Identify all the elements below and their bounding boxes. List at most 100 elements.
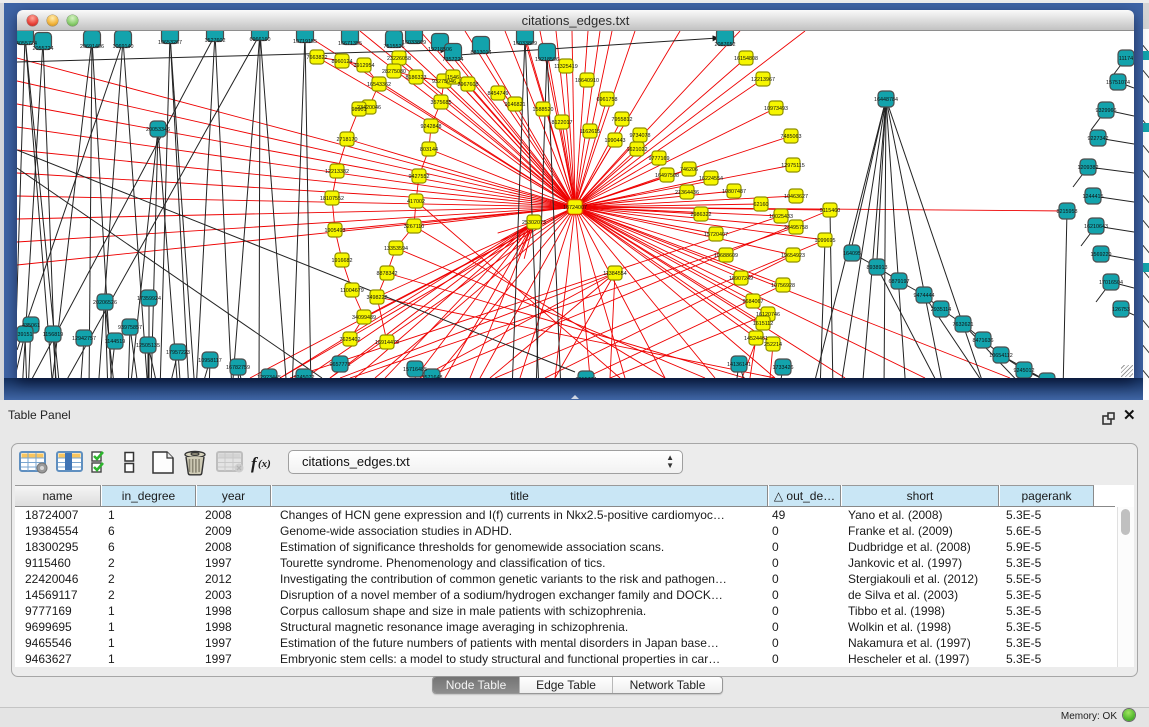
svg-text:1099695: 1099695 [815, 238, 836, 244]
svg-text:7955812: 7955812 [612, 117, 633, 123]
svg-text:1144519: 1144519 [105, 339, 126, 345]
svg-text:10807487: 10807487 [722, 189, 746, 195]
svg-text:9146821: 9146821 [505, 102, 526, 108]
svg-text:164095: 164095 [843, 251, 861, 257]
svg-text:16543362: 16543362 [367, 82, 391, 88]
svg-text:39151: 39151 [18, 332, 33, 338]
svg-text:16497508: 16497508 [655, 173, 679, 179]
svg-text:18107552: 18107552 [320, 196, 344, 202]
svg-text:10688609: 10688609 [714, 253, 738, 259]
svg-text:8122017: 8122017 [552, 120, 573, 126]
svg-text:9474444: 9474444 [914, 293, 935, 299]
svg-text:8960124: 8960124 [332, 59, 353, 65]
svg-text:25302073: 25302073 [522, 220, 546, 226]
svg-text:16914479: 16914479 [375, 340, 399, 346]
svg-text:15716485: 15716485 [403, 367, 427, 373]
svg-text:16782759: 16782759 [226, 365, 250, 371]
svg-text:34099489: 34099489 [352, 315, 376, 321]
svg-text:11004679: 11004679 [340, 288, 364, 294]
svg-text:126753: 126753 [1112, 307, 1130, 313]
svg-text:12213967: 12213967 [751, 77, 775, 83]
svg-text:62160: 62160 [754, 202, 769, 208]
svg-text:1569229: 1569229 [1091, 252, 1112, 258]
svg-text:417002: 417002 [407, 199, 425, 205]
svg-text:16154808: 16154808 [734, 56, 758, 62]
svg-text:3267110: 3267110 [404, 224, 425, 230]
svg-text:1733426: 1733426 [773, 365, 794, 371]
svg-text:2967608: 2967608 [458, 82, 479, 88]
svg-text:9115460: 9115460 [820, 208, 841, 214]
svg-text:8215958: 8215958 [1057, 209, 1078, 215]
svg-text:17016504: 17016504 [1099, 280, 1123, 286]
svg-text:12213382: 12213382 [325, 169, 349, 175]
svg-text:9242848: 9242848 [421, 124, 442, 130]
svg-text:1162615: 1162615 [580, 129, 601, 135]
svg-text:1527602: 1527602 [205, 38, 226, 44]
svg-text:11325419: 11325419 [554, 64, 578, 70]
svg-text:21364436: 21364436 [675, 190, 699, 196]
svg-text:12975115: 12975115 [781, 163, 805, 169]
svg-text:252214: 252214 [764, 342, 782, 348]
svg-text:8454749: 8454749 [488, 91, 509, 97]
svg-text:1209382: 1209382 [1078, 165, 1099, 171]
svg-text:8878342: 8878342 [377, 271, 398, 277]
svg-text:13353594: 13353594 [384, 246, 408, 252]
svg-text:7357224: 7357224 [443, 57, 464, 63]
svg-text:20691406: 20691406 [80, 44, 104, 50]
svg-text:435061: 435061 [22, 323, 40, 329]
svg-text:16671355: 16671355 [338, 41, 362, 47]
svg-text:2087652: 2087652 [715, 42, 736, 48]
svg-text:11174: 11174 [1119, 56, 1133, 62]
svg-text:23226058: 23226058 [387, 56, 411, 62]
svg-text:9427552: 9427552 [409, 174, 430, 180]
svg-text:20206526: 20206526 [93, 300, 117, 306]
svg-text:746206: 746206 [680, 167, 698, 173]
svg-text:23495758: 23495758 [784, 225, 808, 231]
svg-text:1244415: 1244415 [1083, 194, 1104, 200]
svg-text:8813014: 8813014 [471, 50, 492, 56]
svg-text:10654112: 10654112 [989, 353, 1013, 359]
svg-text:2718170: 2718170 [337, 137, 358, 143]
svg-text:18907249: 18907249 [729, 276, 753, 282]
svg-text:8938913: 8938913 [867, 265, 888, 271]
svg-text:12942757: 12942757 [72, 336, 96, 342]
svg-text:1905493: 1905493 [325, 228, 346, 234]
svg-text:7632621: 7632621 [953, 322, 974, 328]
svg-text:9227342: 9227342 [1088, 136, 1109, 142]
svg-text:10958117: 10958117 [198, 358, 222, 364]
svg-text:20053346: 20053346 [146, 127, 170, 133]
svg-text:19654923: 19654923 [781, 253, 805, 259]
svg-text:6966160: 6966160 [250, 37, 271, 43]
svg-text:1571648: 1571648 [422, 375, 443, 378]
svg-text:16448784: 16448784 [874, 97, 898, 103]
svg-text:6961758: 6961758 [597, 97, 618, 103]
svg-text:9657771: 9657771 [330, 362, 351, 368]
svg-text:6879197: 6879197 [889, 279, 910, 285]
svg-text:3575685: 3575685 [431, 100, 452, 106]
svg-text:12505135: 12505135 [136, 343, 160, 349]
svg-text:10463627: 10463627 [784, 194, 808, 200]
svg-text:17957223: 17957223 [166, 350, 190, 356]
svg-text:7485063: 7485063 [781, 134, 802, 140]
svg-text:1069140: 1069140 [113, 44, 134, 50]
svg-text:9245012: 9245012 [1014, 368, 1035, 374]
svg-text:19218596: 19218596 [535, 57, 559, 63]
svg-text:9684067: 9684067 [743, 299, 764, 305]
svg-text:9815774: 9815774 [576, 377, 597, 378]
svg-text:7663822: 7663822 [307, 55, 328, 61]
svg-text:1588520: 1588520 [533, 107, 554, 113]
svg-text:8471636: 8471636 [973, 338, 994, 344]
svg-text:15720407: 15720407 [704, 232, 728, 238]
svg-text:19218506: 19218506 [428, 47, 452, 53]
svg-text:18640910: 18640910 [575, 78, 599, 84]
svg-text:10756928: 10756928 [771, 283, 795, 289]
svg-text:1546: 1546 [447, 75, 459, 81]
svg-text:2055724: 2055724 [33, 46, 54, 52]
svg-text:(x): (x) [258, 458, 271, 470]
svg-text:28275080: 28275080 [382, 69, 406, 75]
svg-text:803144: 803144 [420, 147, 438, 153]
svg-text:2986322: 2986322 [691, 212, 712, 218]
svg-text:10653267: 10653267 [158, 40, 182, 46]
svg-text:10973493: 10973493 [764, 106, 788, 112]
svg-text:9329966: 9329966 [1096, 108, 1117, 114]
